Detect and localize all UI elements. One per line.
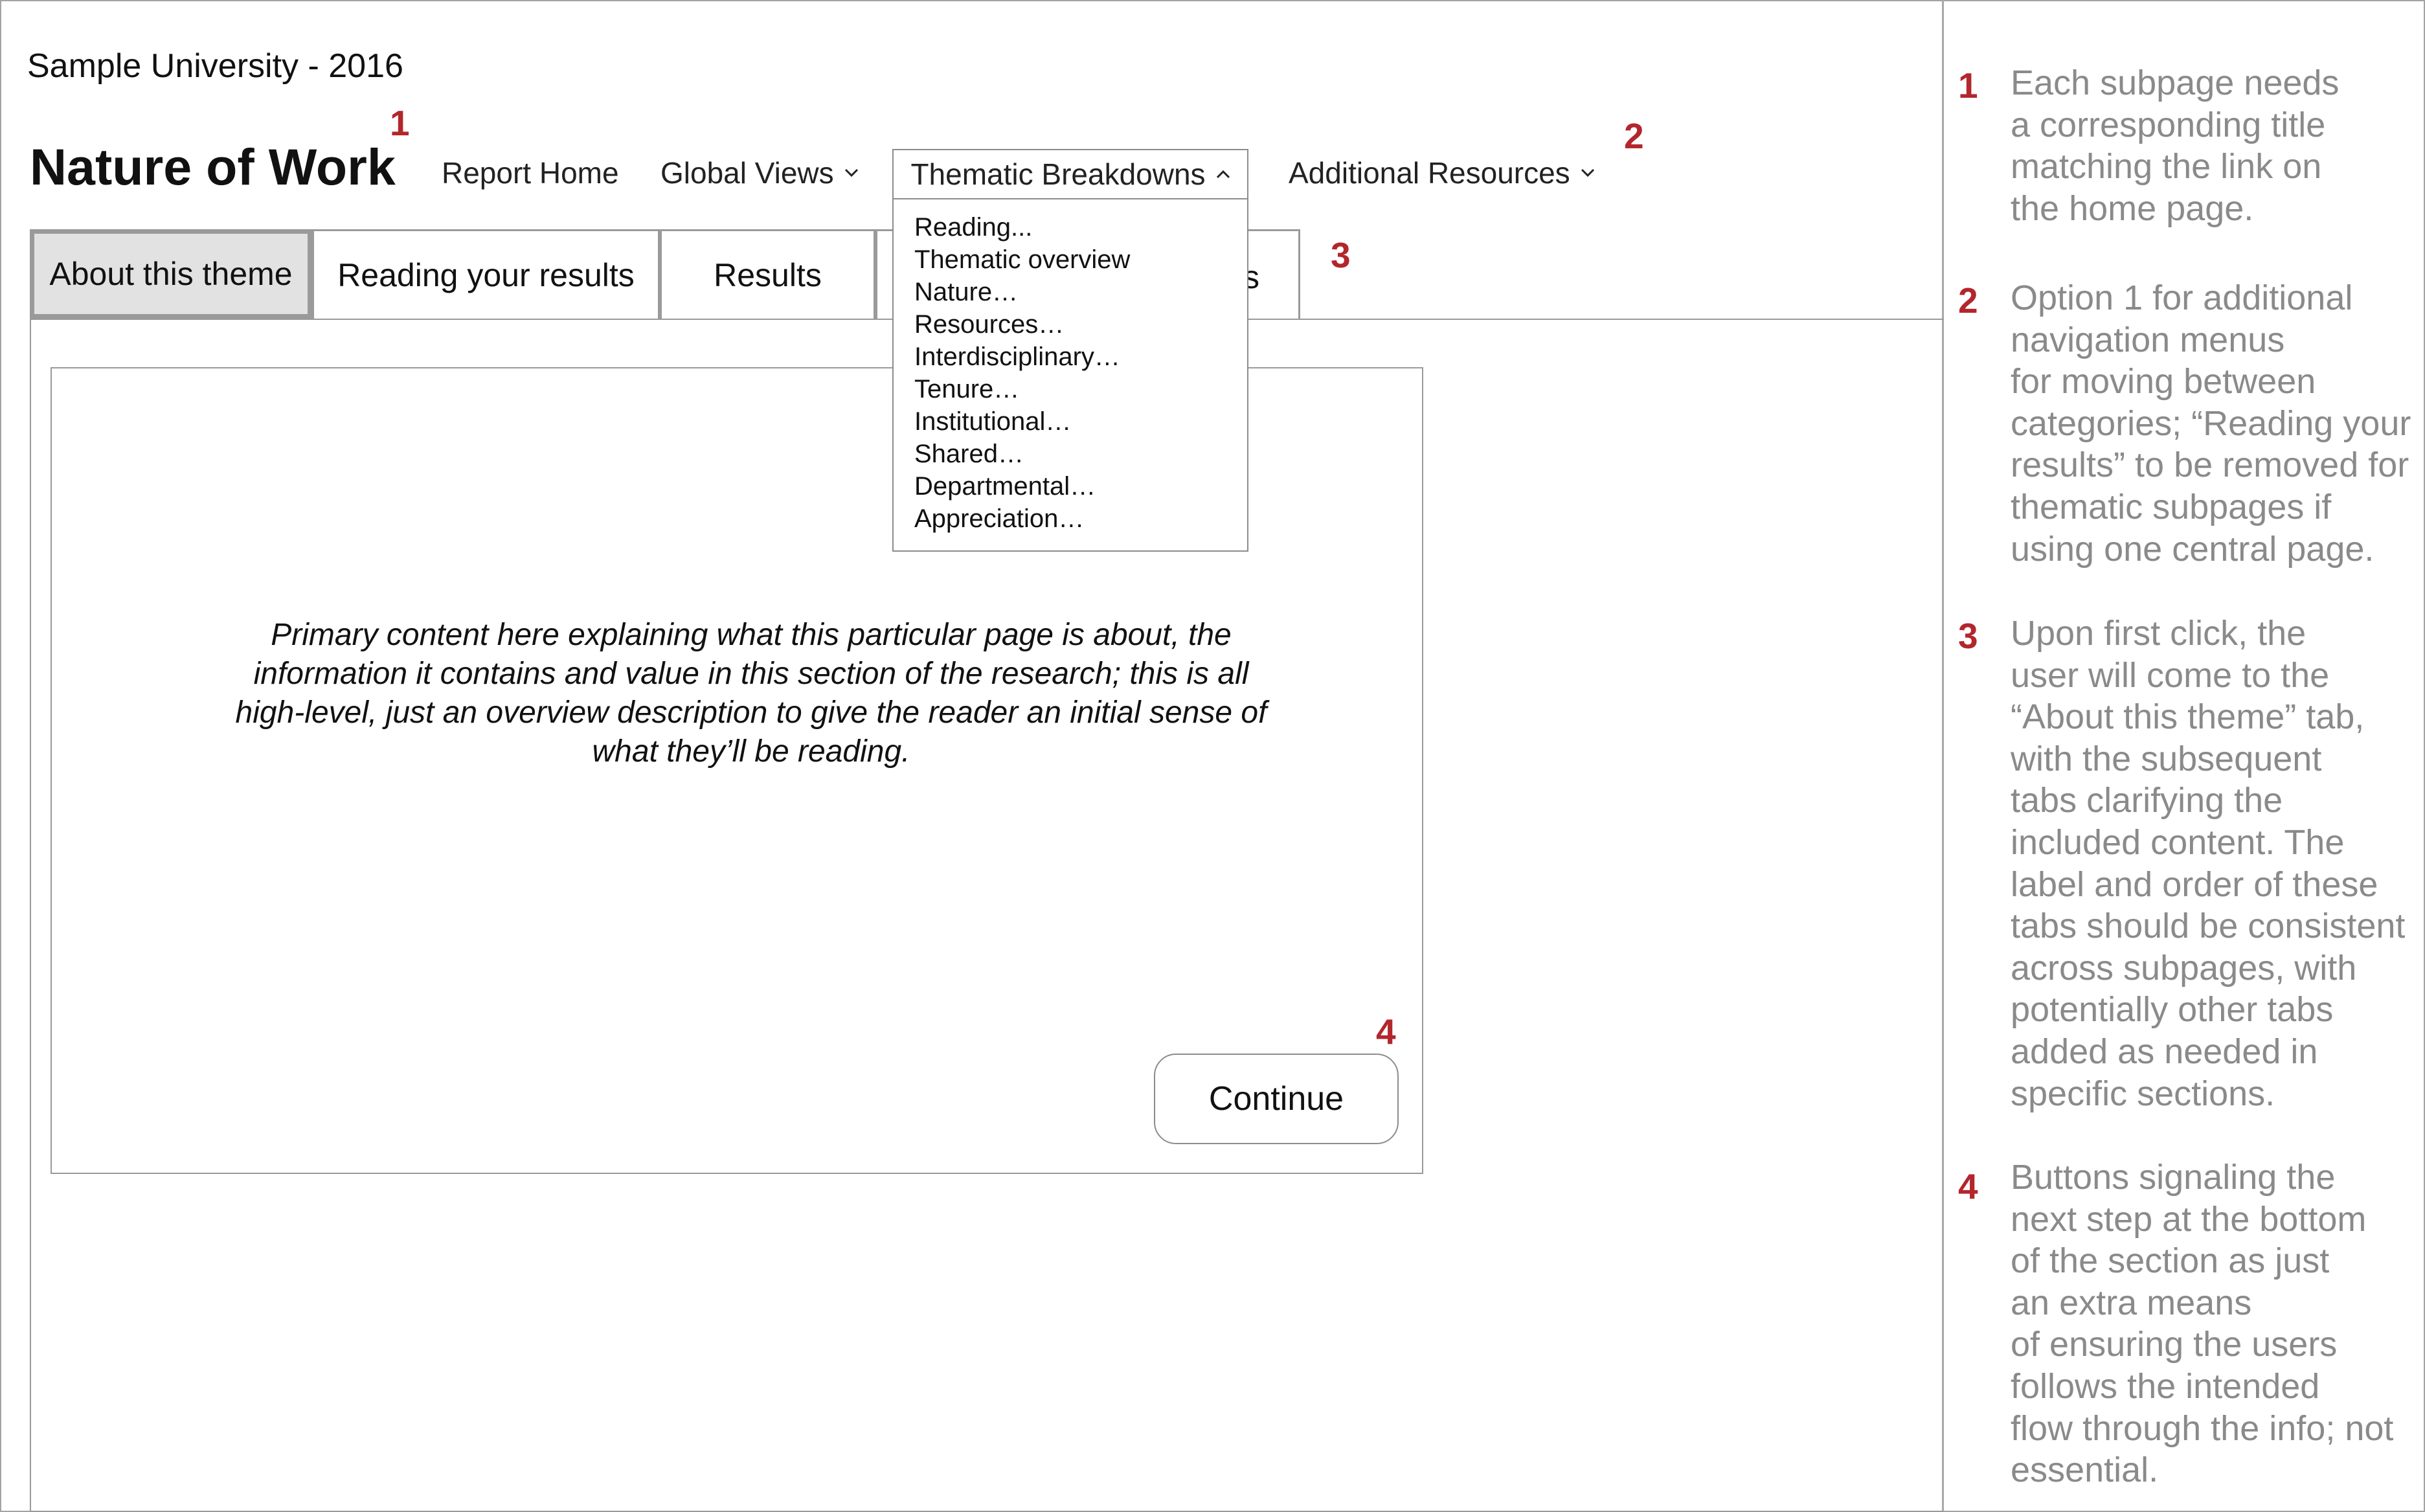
note-number: 1: [1958, 65, 1978, 106]
tab-label: Reading your results: [337, 256, 635, 293]
thematic-dropdown-menu: Reading... Thematic overview Nature… Res…: [892, 199, 1248, 552]
note-line: categories; “Reading your: [2011, 403, 2411, 443]
chevron-down-icon: [1581, 168, 1595, 177]
note-line: potentially other tabs: [2011, 990, 2334, 1030]
note-number: 4: [1958, 1166, 1978, 1206]
note-line: a corresponding title: [2011, 105, 2326, 144]
dropdown-item-nature[interactable]: Nature…: [914, 276, 1247, 308]
annotation-marker-3: 3: [1331, 235, 1351, 275]
annotation-marker-2: 2: [1624, 116, 1644, 156]
nav-thematic-breakdowns[interactable]: Thematic Breakdowns: [892, 149, 1248, 199]
note-line: user will come to the: [2011, 655, 2330, 695]
note-line: results” to be removed for: [2011, 446, 2409, 485]
note-line: Upon first click, the: [2011, 614, 2307, 653]
nav-additional-resources[interactable]: Additional Resources: [1289, 155, 1595, 190]
note-line: Option 1 for additional: [2011, 278, 2353, 317]
note-line: navigation menus: [2011, 320, 2285, 359]
note-line: tabs clarifying the: [2011, 781, 2283, 820]
note-line: next step at the bottom: [2011, 1199, 2367, 1239]
note-line: the home page.: [2011, 188, 2254, 228]
dropdown-item-resources[interactable]: Resources…: [914, 308, 1247, 341]
tab-label: Results: [714, 256, 822, 293]
note-line: essential.: [2011, 1450, 2159, 1490]
note-line: flow through the info; not: [2011, 1408, 2394, 1448]
tab-results[interactable]: Results: [660, 229, 875, 319]
nav-report-home-label: Report Home: [442, 156, 619, 190]
annotation-marker-4: 4: [1376, 1011, 1396, 1052]
annotation-marker-1: 1: [390, 103, 410, 143]
dropdown-item-appreciation[interactable]: Appreciation…: [914, 502, 1247, 535]
note-line: using one central page.: [2011, 529, 2374, 569]
note-line: an extra means: [2011, 1283, 2252, 1322]
note-line: Buttons signaling the: [2011, 1158, 2336, 1197]
note-line: added as needed in: [2011, 1032, 2318, 1071]
note-number: 2: [1958, 280, 1978, 321]
tab-reading-your-results[interactable]: Reading your results: [312, 229, 660, 319]
nav-thematic-breakdowns-label: Thematic Breakdowns: [910, 157, 1206, 191]
note-line: included content. The: [2011, 822, 2345, 862]
note-4-text: Buttons signaling the next step at the b…: [2011, 1157, 2425, 1491]
nav-report-home[interactable]: Report Home: [442, 155, 619, 190]
nav-global-views-label: Global Views: [660, 156, 834, 190]
note-line: matching the link on: [2011, 147, 2322, 186]
page-title: Nature of Work: [30, 138, 396, 196]
note-line: follows the intended: [2011, 1366, 2320, 1406]
dropdown-item-tenure[interactable]: Tenure…: [914, 373, 1247, 405]
nav-global-views[interactable]: Global Views: [660, 155, 859, 190]
note-1-text: Each subpage needs a corresponding title…: [2011, 62, 2425, 229]
note-line: of ensuring the users: [2011, 1325, 2338, 1364]
note-line: across subpages, with: [2011, 948, 2357, 987]
note-line: for moving between: [2011, 362, 2316, 401]
dropdown-item-thematic-overview[interactable]: Thematic overview: [914, 243, 1247, 276]
dropdown-item-institutional[interactable]: Institutional…: [914, 405, 1247, 438]
dropdown-item-departmental[interactable]: Departmental…: [914, 470, 1247, 502]
tab-about-this-theme[interactable]: About this theme: [30, 229, 312, 319]
note-line: “About this theme” tab,: [2011, 697, 2365, 737]
content-description: Primary content here explaining what thi…: [235, 618, 1267, 769]
note-2-text: Option 1 for additional navigation menus…: [2011, 277, 2425, 570]
note-line: of the section as just: [2011, 1241, 2330, 1281]
dropdown-item-reading[interactable]: Reading...: [914, 211, 1247, 243]
continue-button[interactable]: Continue: [1154, 1054, 1399, 1144]
note-line: tabs should be consistent: [2011, 907, 2406, 946]
note-line: with the subsequent: [2011, 739, 2322, 778]
note-line: label and order of these: [2011, 864, 2378, 904]
note-line: specific sections.: [2011, 1074, 2275, 1113]
site-title: Sample University - 2016: [27, 47, 403, 85]
note-3-text: Upon first click, the user will come to …: [2011, 613, 2425, 1114]
chevron-up-icon: [1216, 170, 1230, 179]
dropdown-item-shared[interactable]: Shared…: [914, 438, 1247, 470]
note-line: Each subpage needs: [2011, 63, 2340, 102]
tab-label: About this theme: [49, 256, 293, 292]
nav-additional-resources-label: Additional Resources: [1289, 156, 1570, 190]
chevron-down-icon: [844, 168, 859, 177]
note-line: thematic subpages if: [2011, 487, 2332, 526]
dropdown-item-interdisciplinary[interactable]: Interdisciplinary…: [914, 341, 1247, 373]
note-number: 3: [1958, 616, 1978, 656]
